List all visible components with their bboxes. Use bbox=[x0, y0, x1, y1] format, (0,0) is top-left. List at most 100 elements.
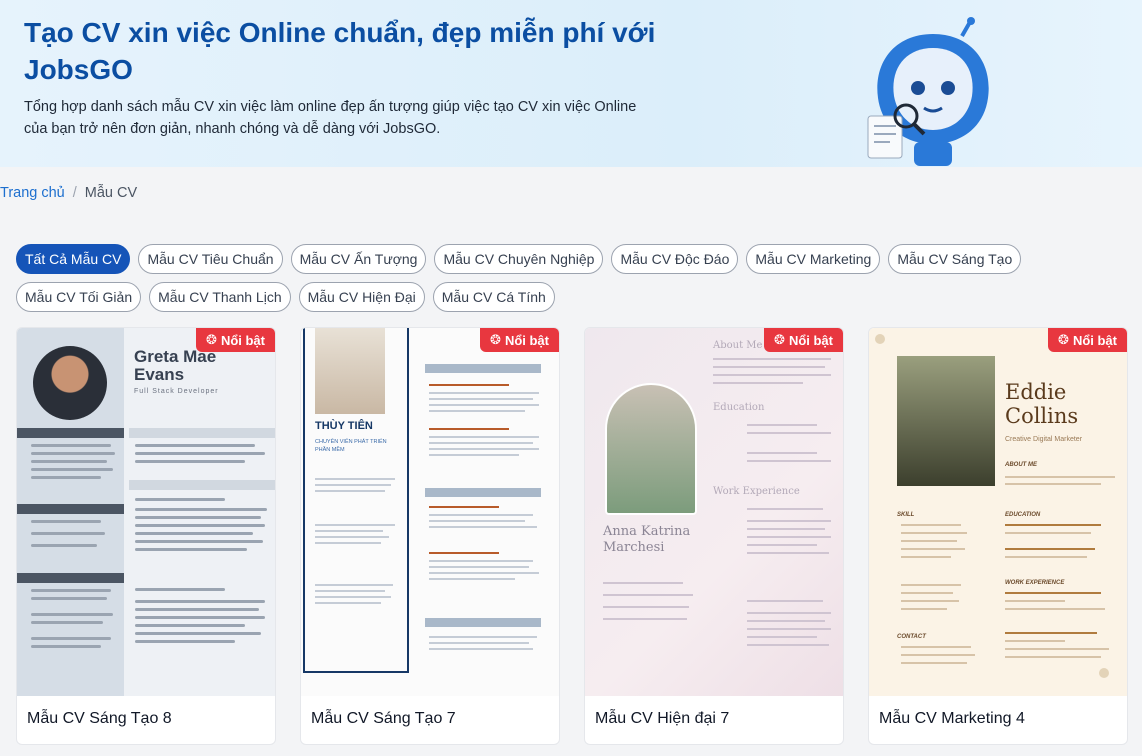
cv-preview-text-line bbox=[429, 398, 533, 400]
cv-preview-section-bar bbox=[425, 618, 541, 627]
cv-preview-text-line bbox=[315, 524, 395, 526]
cv-preview-text-line bbox=[315, 584, 393, 586]
cv-preview-text-line bbox=[31, 476, 101, 479]
cv-preview-text-line bbox=[713, 382, 803, 384]
cv-preview-text-line bbox=[135, 616, 265, 619]
cv-preview-text-line bbox=[747, 460, 831, 462]
cv-preview-text-line bbox=[901, 608, 947, 610]
featured-badge: ❂ Nổi bật bbox=[480, 328, 559, 352]
cv-card[interactable]: Anna Katrina Marchesi About Me Education… bbox=[584, 327, 844, 745]
cv-preview-text-line bbox=[315, 478, 395, 480]
cv-preview-text-line bbox=[747, 544, 817, 546]
cv-preview-text-line bbox=[747, 452, 817, 454]
fire-icon: ❂ bbox=[206, 332, 217, 347]
cv-preview-image[interactable]: Greta Mae Evans Full Stack Developer bbox=[17, 328, 275, 696]
filter-chip-standard[interactable]: Mẫu CV Tiêu Chuẩn bbox=[138, 244, 283, 274]
cv-preview-photo bbox=[33, 346, 107, 420]
cv-preview-text-line bbox=[713, 374, 831, 376]
cv-preview-name: Eddie Collins bbox=[1005, 380, 1078, 428]
cv-preview-text-line bbox=[31, 444, 111, 447]
cv-preview-text-line bbox=[135, 608, 259, 611]
cv-preview-decoration bbox=[1099, 668, 1109, 678]
filter-chip-professional[interactable]: Mẫu CV Chuyên Nghiệp bbox=[434, 244, 604, 274]
featured-badge-label: Nổi bật bbox=[1072, 332, 1117, 348]
cv-card[interactable]: Eddie Collins Creative Digital Marketer … bbox=[868, 327, 1128, 745]
cv-preview-text-line bbox=[315, 490, 385, 492]
page-description: Tổng hợp danh sách mẫu CV xin việc làm o… bbox=[24, 99, 637, 137]
cv-preview-text-line bbox=[135, 452, 265, 455]
cv-preview-text-line bbox=[31, 597, 107, 600]
cv-preview-text-line bbox=[747, 508, 823, 510]
cv-preview-text-line bbox=[901, 654, 975, 656]
cv-card[interactable]: Greta Mae Evans Full Stack Developer ❂ N… bbox=[16, 327, 276, 745]
breadcrumb-home-link[interactable]: Trang chủ bbox=[0, 185, 65, 201]
filter-chip-personality[interactable]: Mẫu CV Cá Tính bbox=[432, 282, 555, 312]
cv-preview-photo bbox=[605, 383, 697, 515]
cv-template-grid: Greta Mae Evans Full Stack Developer ❂ N… bbox=[16, 327, 1128, 745]
cv-preview-text-line bbox=[315, 542, 381, 544]
cv-preview-role: Creative Digital Marketer bbox=[1005, 436, 1083, 443]
cv-preview-text-line bbox=[429, 442, 533, 444]
cv-preview-section-heading: Education bbox=[713, 402, 765, 413]
cv-preview-name-line2: Evans bbox=[134, 365, 185, 384]
cv-preview-image[interactable]: Anna Katrina Marchesi About Me Education… bbox=[585, 328, 843, 696]
cv-preview-section-heading: Work Experience bbox=[713, 486, 800, 497]
featured-badge-label: Nổi bật bbox=[788, 332, 833, 348]
cv-preview-text-line bbox=[1005, 532, 1091, 534]
cv-preview-text-line bbox=[603, 594, 693, 596]
cv-preview-text-line bbox=[1005, 656, 1101, 658]
cv-preview-text-line bbox=[31, 520, 101, 523]
cv-preview-text-line bbox=[901, 592, 953, 594]
cv-preview-name-line2: Marchesi bbox=[603, 540, 665, 555]
filter-chip-marketing[interactable]: Mẫu CV Marketing bbox=[746, 244, 881, 274]
cv-card-title[interactable]: Mẫu CV Marketing 4 bbox=[879, 710, 1025, 728]
cv-preview-text-line bbox=[901, 524, 961, 526]
cv-card-title[interactable]: Mẫu CV Sáng Tạo 8 bbox=[27, 710, 172, 728]
filter-chip-creative[interactable]: Mẫu CV Sáng Tạo bbox=[888, 244, 1022, 274]
cv-preview-text-line bbox=[1005, 476, 1115, 478]
cv-preview-text-line bbox=[747, 520, 831, 522]
filter-chip-unique[interactable]: Mẫu CV Độc Đáo bbox=[611, 244, 739, 274]
cv-preview-text-line bbox=[603, 582, 683, 584]
filter-chip-impressive[interactable]: Mẫu CV Ấn Tượng bbox=[290, 244, 427, 274]
featured-badge: ❂ Nổi bật bbox=[764, 328, 843, 352]
cv-card[interactable]: THÙY TIÊN CHUYÊN VIÊN PHÁT TRIỂN PHẦN MỀ… bbox=[300, 327, 560, 745]
cv-preview-image[interactable]: THÙY TIÊN CHUYÊN VIÊN PHÁT TRIỂN PHẦN MỀ… bbox=[301, 328, 559, 696]
cv-preview-section-heading: EDUCATION bbox=[1005, 512, 1041, 518]
featured-badge-label: Nổi bật bbox=[220, 332, 265, 348]
cv-preview-text-line bbox=[1005, 608, 1105, 610]
cv-preview-text-line bbox=[901, 600, 959, 602]
page-title: Tạo CV xin việc Online chuẩn, đẹp miễn p… bbox=[24, 17, 656, 85]
cv-preview-text-line bbox=[901, 556, 951, 558]
featured-badge-label: Nổi bật bbox=[504, 332, 549, 348]
cv-preview-text-line bbox=[135, 532, 253, 535]
cv-preview-text-line bbox=[429, 506, 499, 508]
cv-preview-text-line bbox=[429, 636, 537, 638]
cv-preview-text-line bbox=[429, 436, 539, 438]
filter-chip-elegant[interactable]: Mẫu CV Thanh Lịch bbox=[149, 282, 291, 312]
cv-preview-text-line bbox=[429, 526, 537, 528]
cv-preview-text-line bbox=[429, 642, 529, 644]
cv-preview-name: Greta Mae Evans bbox=[134, 348, 216, 384]
filter-chip-all[interactable]: Tất Cả Mẫu CV bbox=[16, 244, 131, 274]
cv-preview-text-line bbox=[1005, 592, 1101, 594]
cv-preview-text-line bbox=[135, 548, 247, 551]
cv-preview-text-line bbox=[747, 636, 817, 638]
cv-preview-text-line bbox=[135, 524, 265, 527]
cv-preview-text-line bbox=[135, 600, 265, 603]
filter-chip-modern[interactable]: Mẫu CV Hiện Đại bbox=[298, 282, 425, 312]
cv-card-title[interactable]: Mẫu CV Sáng Tạo 7 bbox=[311, 710, 456, 728]
cv-preview-text-line bbox=[901, 584, 961, 586]
cv-preview-image[interactable]: Eddie Collins Creative Digital Marketer … bbox=[869, 328, 1127, 696]
cv-preview-text-line bbox=[31, 452, 115, 455]
cv-preview-text-line bbox=[135, 632, 261, 635]
filter-chip-minimal[interactable]: Mẫu CV Tối Giản bbox=[16, 282, 142, 312]
fire-icon: ❂ bbox=[490, 332, 501, 347]
cv-preview-text-line bbox=[135, 588, 225, 591]
cv-preview-decoration bbox=[875, 334, 885, 344]
cv-preview-text-line bbox=[1005, 600, 1065, 602]
cv-preview-text-line bbox=[315, 590, 385, 592]
cv-card-title[interactable]: Mẫu CV Hiện đại 7 bbox=[595, 710, 729, 728]
cv-preview-section-bar bbox=[17, 573, 124, 583]
cv-preview-text-line bbox=[135, 444, 255, 447]
